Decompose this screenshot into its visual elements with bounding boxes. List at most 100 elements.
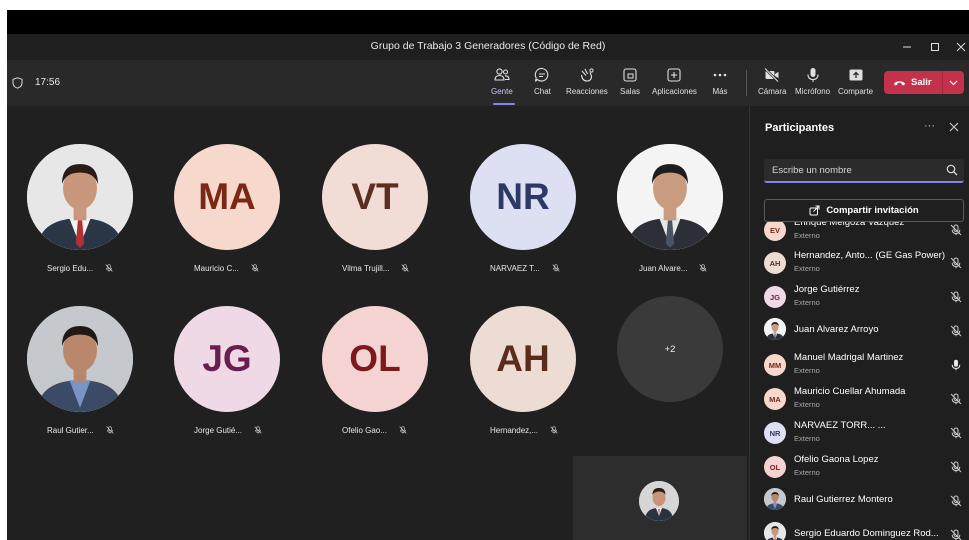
leave-options-button[interactable]	[943, 80, 964, 86]
close-window-icon[interactable]	[947, 34, 969, 60]
participant-tile[interactable]: JG Jorge Gutié...	[174, 306, 284, 436]
participant-row-avatar: NR	[764, 422, 786, 444]
participant-tile-name: Sergio Edu...	[47, 262, 113, 274]
rooms-icon	[623, 68, 637, 82]
mic-off-icon	[546, 264, 560, 272]
microphone-icon	[807, 68, 819, 82]
participant-tile-name-text: NARVAEZ T...	[490, 263, 540, 273]
reactions-button[interactable]: Reacciones	[566, 67, 608, 101]
close-icon[interactable]	[948, 121, 960, 133]
panel-more-icon[interactable]: ···	[924, 120, 935, 132]
participant-row[interactable]: JG Jorge Gutiérrez Externo	[750, 279, 969, 313]
leave-main-button[interactable]: Salir	[884, 77, 942, 88]
leave-label: Salir	[911, 77, 932, 88]
participant-row-avatar: MA	[764, 388, 786, 410]
participant-avatar: JG	[174, 306, 280, 412]
share-label: Comparte	[838, 87, 874, 96]
reactions-icon	[580, 68, 594, 82]
participant-row[interactable]: OL Ofelio Gaona Lopez Externo	[750, 449, 969, 483]
apps-button[interactable]: Aplicaciones	[652, 67, 697, 101]
teams-meeting-window: Grupo de Trabajo 3 Generadores (Código d…	[7, 10, 969, 540]
participant-row-avatar	[764, 522, 786, 540]
participant-row-name: Raul Gutierrez Montero	[794, 494, 893, 505]
participant-row[interactable]: AH Hernandez, Anto... (GE Gas Power) Exter…	[750, 245, 969, 279]
participant-row[interactable]: Sergio Eduardo Dominguez Rod...	[750, 517, 969, 540]
share-invite-button[interactable]: Compartir invitación	[764, 199, 964, 222]
participant-tile[interactable]: Raul Gutier...	[27, 306, 137, 436]
participant-tile-name: Jorge Gutié...	[194, 424, 262, 436]
meeting-timer: 17:56	[35, 77, 61, 88]
participant-tile-name-text: Vilma Trujill...	[342, 263, 390, 273]
participant-row[interactable]: Raul Gutierrez Montero	[750, 483, 969, 517]
participant-row[interactable]: MA Mauricio Cuellar Ahumada Externo	[750, 381, 969, 415]
rooms-button[interactable]: Salas	[620, 67, 640, 101]
participant-row[interactable]: Juan Alvarez Arroyo	[750, 313, 969, 347]
mic-off-icon	[393, 426, 407, 434]
mic-off-icon	[950, 290, 962, 303]
participant-row-avatar: MM	[764, 354, 786, 376]
participant-tile[interactable]: MA Mauricio C...	[174, 144, 284, 274]
participant-tile-name: Ofelio Gao...	[342, 424, 407, 436]
chevron-down-icon	[949, 80, 958, 85]
chat-icon	[535, 67, 549, 82]
more-participants-tile[interactable]: +2	[617, 296, 723, 402]
participant-search-input[interactable]	[764, 159, 936, 181]
participant-tile-name-text: Mauricio C...	[194, 263, 239, 273]
participant-tile[interactable]: Sergio Edu...	[27, 144, 137, 274]
participant-tile[interactable]: Juan Alvare...	[617, 144, 727, 274]
more-button[interactable]: Más	[712, 67, 728, 101]
camera-label: Cámara	[758, 87, 787, 96]
window-title: Grupo de Trabajo 3 Generadores (Código d…	[370, 40, 606, 52]
self-view[interactable]	[573, 456, 747, 540]
mic-off-icon	[950, 426, 962, 439]
leave-button[interactable]: Salir	[884, 71, 964, 94]
participant-avatar: MA	[174, 144, 280, 250]
participant-row-role: Externo	[794, 298, 820, 307]
mic-off-icon	[100, 426, 114, 434]
people-label: Gente	[491, 87, 513, 96]
people-button[interactable]: Gente	[491, 67, 513, 101]
participant-tile[interactable]: NR NARVAEZ T...	[470, 144, 580, 274]
participant-tile-name: NARVAEZ T...	[490, 262, 560, 274]
apps-icon	[667, 68, 682, 82]
participant-tile-name: Mauricio C...	[194, 262, 259, 274]
participant-avatar: OL	[322, 306, 428, 412]
share-invite-icon	[809, 205, 820, 216]
search-icon[interactable]	[946, 164, 958, 176]
participant-row[interactable]: MM Manuel Madrigal Martinez Externo	[750, 347, 969, 381]
mic-off-icon	[395, 264, 409, 272]
participant-tile[interactable]: VT Vilma Trujill...	[322, 144, 432, 274]
participant-row-name: Juan Alvarez Arroyo	[794, 324, 879, 335]
minimize-icon[interactable]	[893, 34, 921, 60]
video-gallery: Sergio Edu... MA Mauricio C... VT Vilma Truj…	[7, 106, 749, 540]
mic-off-icon	[950, 223, 962, 236]
reactions-label: Reacciones	[566, 87, 608, 96]
participant-tile[interactable]: AH Hernandez,...	[470, 306, 580, 436]
maximize-icon[interactable]	[921, 34, 949, 60]
participant-row[interactable]: NR NARVAEZ TORR... ... Externo	[750, 415, 969, 449]
mic-off-icon	[950, 324, 962, 337]
participant-row-avatar: JG	[764, 286, 786, 308]
camera-off-icon	[764, 67, 780, 83]
camera-button[interactable]: Cámara	[758, 67, 786, 101]
more-participants-count: +2	[664, 343, 676, 355]
participant-row-role: Externo	[794, 400, 820, 409]
participant-row-name: Sergio Eduardo Dominguez Rod...	[794, 528, 939, 539]
mic-off-icon	[950, 528, 962, 540]
participant-list: EV Enrique Melgoza Vazquez Externo AH Hernan…	[750, 216, 969, 540]
chat-button[interactable]: Chat	[534, 67, 551, 101]
toolbar-divider	[746, 70, 747, 96]
share-button[interactable]: Comparte	[838, 67, 873, 101]
participant-tile[interactable]: OL Ofelio Gao...	[322, 306, 432, 436]
participant-row-role: Externo	[794, 366, 820, 375]
participant-row-role: Externo	[794, 231, 820, 240]
chat-label: Chat	[534, 87, 551, 96]
microphone-button[interactable]: Micrófono	[795, 67, 830, 101]
rooms-label: Salas	[620, 87, 641, 96]
participant-row-avatar: OL	[764, 456, 786, 478]
more-label: Más	[712, 87, 728, 96]
hangup-icon	[894, 81, 905, 86]
share-invite-label: Compartir invitación	[826, 205, 919, 216]
participant-avatar	[27, 306, 133, 412]
participant-tile-name-text: Jorge Gutié...	[194, 425, 243, 435]
